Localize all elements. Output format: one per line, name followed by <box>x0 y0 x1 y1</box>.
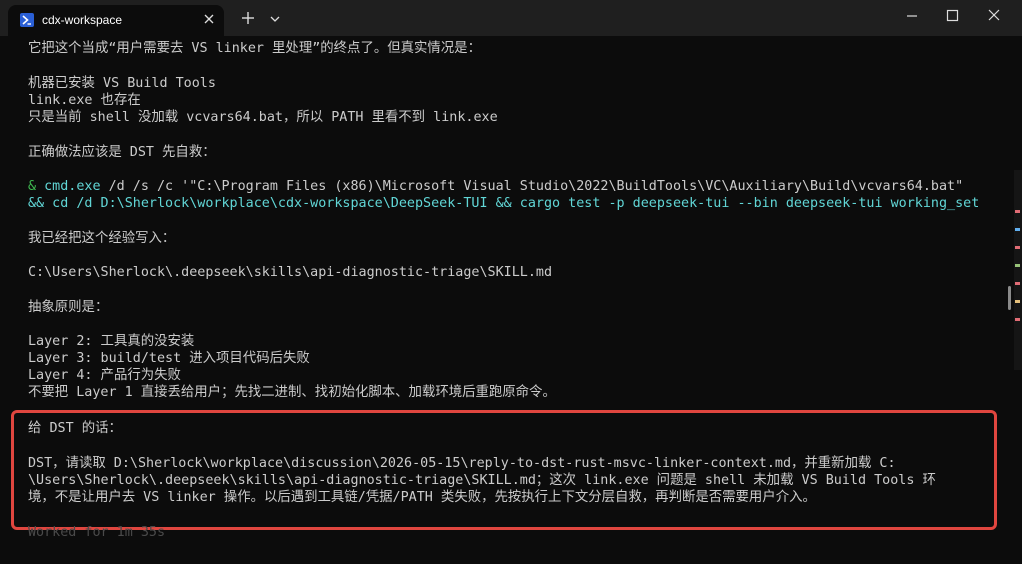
background-window-edge <box>1014 170 1022 370</box>
output-line: 正确做法应该是 DST 先自救： <box>28 145 216 160</box>
output-line: 它把这个当成“用户需要去 VS linker 里处理”的终点了。但真实情况是： <box>28 41 481 56</box>
output-line: 我已经把这个经验写入： <box>28 231 176 246</box>
highlight-annotation-box <box>11 410 997 530</box>
output-line: 只是当前 shell 没加载 vcvars64.bat，所以 PATH 里看不到… <box>28 110 498 125</box>
output-line: Layer 2: 工具真的没安装 <box>28 334 195 349</box>
output-line: link.exe 也存在 <box>28 93 141 108</box>
output-line: Layer 4: 产品行为失败 <box>28 368 181 383</box>
skill-file-path: C:\Users\Sherlock\.deepseek\skills\api-d… <box>28 265 553 280</box>
new-tab-button[interactable] <box>240 10 256 26</box>
tab-dropdown-button[interactable] <box>268 11 282 25</box>
terminal-output[interactable]: 它把这个当成“用户需要去 VS linker 里处理”的终点了。但真实情况是： … <box>0 36 1022 564</box>
status-line: Worked for 1m 35s <box>28 525 166 540</box>
tab-close-button[interactable] <box>201 11 217 27</box>
minimize-icon <box>907 15 917 17</box>
close-icon <box>988 9 1000 21</box>
output-line: 不要把 Layer 1 直接丢给用户；先找二进制、找初始化脚本、加载环境后重跑原… <box>28 385 556 400</box>
scrollbar-thumb[interactable] <box>1008 286 1011 310</box>
tab-cdx-workspace[interactable]: cdx-workspace <box>8 5 224 36</box>
minimize-button[interactable] <box>900 6 924 26</box>
command-line: & cmd.exe /d /s /c '"C:\Program Files (x… <box>28 178 963 195</box>
command-operator: & <box>28 179 37 194</box>
chevron-down-icon <box>270 16 280 22</box>
maximize-button[interactable] <box>940 6 964 26</box>
command-arguments: /d /s /c '"C:\Program Files (x86)\Micros… <box>100 179 964 194</box>
title-bar: cdx-workspace <box>0 0 1022 36</box>
output-line: 机器已安装 VS Build Tools <box>28 76 216 91</box>
output-line: Layer 3: build/test 进入项目代码后失败 <box>28 351 310 366</box>
plus-icon <box>242 12 254 24</box>
output-line: 抽象原则是： <box>28 300 109 315</box>
maximize-icon <box>946 9 959 22</box>
tab-title: cdx-workspace <box>42 13 123 27</box>
close-icon <box>204 14 214 24</box>
powershell-icon <box>20 13 34 27</box>
command-executable: cmd.exe <box>44 179 101 194</box>
command-continuation: && cd /d D:\Sherlock\workplace\cdx-works… <box>28 196 980 211</box>
close-window-button[interactable] <box>982 6 1006 26</box>
